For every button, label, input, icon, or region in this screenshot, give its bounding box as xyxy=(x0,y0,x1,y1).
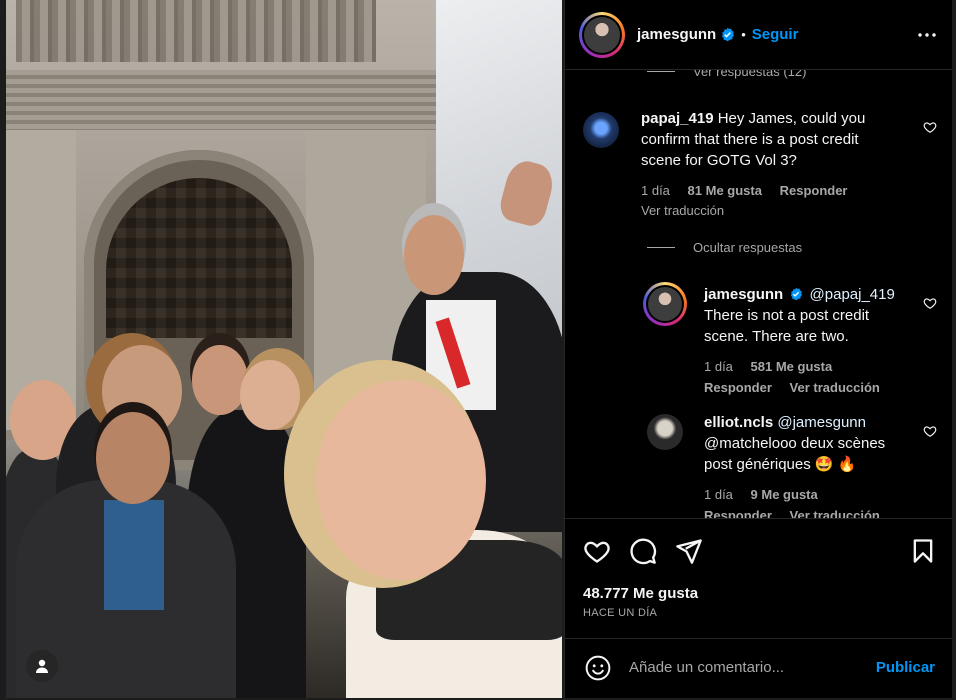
author-username[interactable]: jamesgunn xyxy=(637,26,716,43)
reply-like-icon[interactable] xyxy=(923,424,937,438)
reply-text: @matchelooo deux scènes post génériques … xyxy=(704,435,886,473)
reply-body: jamesgunn @papaj_419 There is not a post… xyxy=(704,284,914,347)
comment-time[interactable]: 1 día xyxy=(641,183,670,198)
commenter-avatar[interactable] xyxy=(583,112,619,148)
reply-actions: Responder Ver traducción xyxy=(704,377,880,398)
reply-like-icon[interactable] xyxy=(923,296,937,310)
reply-button[interactable]: Responder xyxy=(780,183,848,198)
publish-button[interactable]: Publicar xyxy=(876,659,935,676)
reply-username[interactable]: jamesgunn xyxy=(704,286,783,303)
divider xyxy=(647,247,675,248)
header-separator: • xyxy=(741,27,746,42)
arch-frieze xyxy=(16,0,376,62)
reply-likes[interactable]: 581 Me gusta xyxy=(751,359,833,374)
comment-icon[interactable] xyxy=(629,537,657,565)
comment-input[interactable]: Añade un comentario... xyxy=(629,659,784,676)
reply-elliot: elliot.ncls @jamesgunn @matchelooo deux … xyxy=(565,410,953,518)
reply-avatar[interactable] xyxy=(643,282,687,326)
comment-meta: 1 día 81 Me gusta Responder xyxy=(641,180,848,201)
post-photo[interactable] xyxy=(6,0,562,698)
reply-meta: 1 día 581 Me gusta xyxy=(704,356,832,377)
translate-button[interactable]: Ver traducción xyxy=(790,508,880,518)
emoji-icon[interactable] xyxy=(585,655,611,681)
post-header: jamesgunn • Seguir xyxy=(565,0,953,70)
comment-composer: Añade un comentario... Publicar xyxy=(565,638,953,698)
person-4-head xyxy=(240,360,300,430)
hide-replies-button[interactable]: Ocultar respuestas xyxy=(647,240,802,255)
reply-meta: 1 día 9 Me gusta xyxy=(704,484,818,505)
reply-mention[interactable]: @jamesgunn xyxy=(777,414,866,431)
user-tag-button[interactable] xyxy=(26,650,58,682)
reply-text: There is not a post credit scene. There … xyxy=(704,307,870,345)
post-modal: jamesgunn • Seguir Ver respuestas (12) p… xyxy=(0,0,956,700)
view-replies-button[interactable]: Ver respuestas (12) xyxy=(647,70,806,79)
user-tag-icon xyxy=(36,659,48,673)
person-7-head xyxy=(316,380,486,580)
share-icon[interactable] xyxy=(675,537,703,565)
bookmark-icon[interactable] xyxy=(909,537,937,565)
view-replies-label: Ver respuestas (12) xyxy=(693,70,807,79)
reply-time[interactable]: 1 día xyxy=(704,487,733,502)
divider xyxy=(647,71,675,72)
reply-body: elliot.ncls @jamesgunn @matchelooo deux … xyxy=(704,412,914,475)
post-timestamp: HACE UN DÍA xyxy=(583,607,658,619)
verified-badge-icon xyxy=(791,287,803,301)
hide-replies-label: Ocultar respuestas xyxy=(693,240,803,255)
reply-button[interactable]: Responder xyxy=(704,508,772,518)
arch-cornice xyxy=(6,70,436,130)
comment-like-icon[interactable] xyxy=(923,120,937,134)
heart-icon[interactable] xyxy=(583,537,611,565)
reply-jamesgunn: jamesgunn @papaj_419 There is not a post… xyxy=(565,282,953,402)
post-actions: 48.777 Me gusta HACE UN DÍA xyxy=(565,518,953,638)
reply-button[interactable]: Responder xyxy=(704,380,772,395)
more-options-icon[interactable] xyxy=(915,23,939,47)
reply-actions: Responder Ver traducción xyxy=(704,505,880,518)
verified-badge-icon xyxy=(722,27,735,42)
comments-list[interactable]: Ver respuestas (12) papaj_419 Hey James,… xyxy=(565,70,953,518)
comment-body: papaj_419 Hey James, could you confirm t… xyxy=(641,108,901,171)
author-avatar[interactable] xyxy=(579,11,625,58)
reply-mention[interactable]: @papaj_419 xyxy=(810,286,895,303)
follow-button[interactable]: Seguir xyxy=(752,26,799,43)
reply-username[interactable]: elliot.ncls xyxy=(704,414,773,431)
likes-count[interactable]: 48.777 Me gusta xyxy=(583,585,698,602)
commenter-username[interactable]: papaj_419 xyxy=(641,110,714,127)
reply-time[interactable]: 1 día xyxy=(704,359,733,374)
person-6-head xyxy=(404,215,464,295)
reply-likes[interactable]: 9 Me gusta xyxy=(751,487,818,502)
translate-button[interactable]: Ver traducción xyxy=(641,200,724,221)
post-sidebar: jamesgunn • Seguir Ver respuestas (12) p… xyxy=(564,0,953,698)
reply-avatar[interactable] xyxy=(647,414,683,450)
person-5-shirt xyxy=(104,500,164,610)
person-3-head xyxy=(192,345,248,415)
comment-likes[interactable]: 81 Me gusta xyxy=(688,183,762,198)
comment-papaj: papaj_419 Hey James, could you confirm t… xyxy=(565,108,953,228)
person-5-head xyxy=(96,412,170,504)
translate-button[interactable]: Ver traducción xyxy=(790,380,880,395)
